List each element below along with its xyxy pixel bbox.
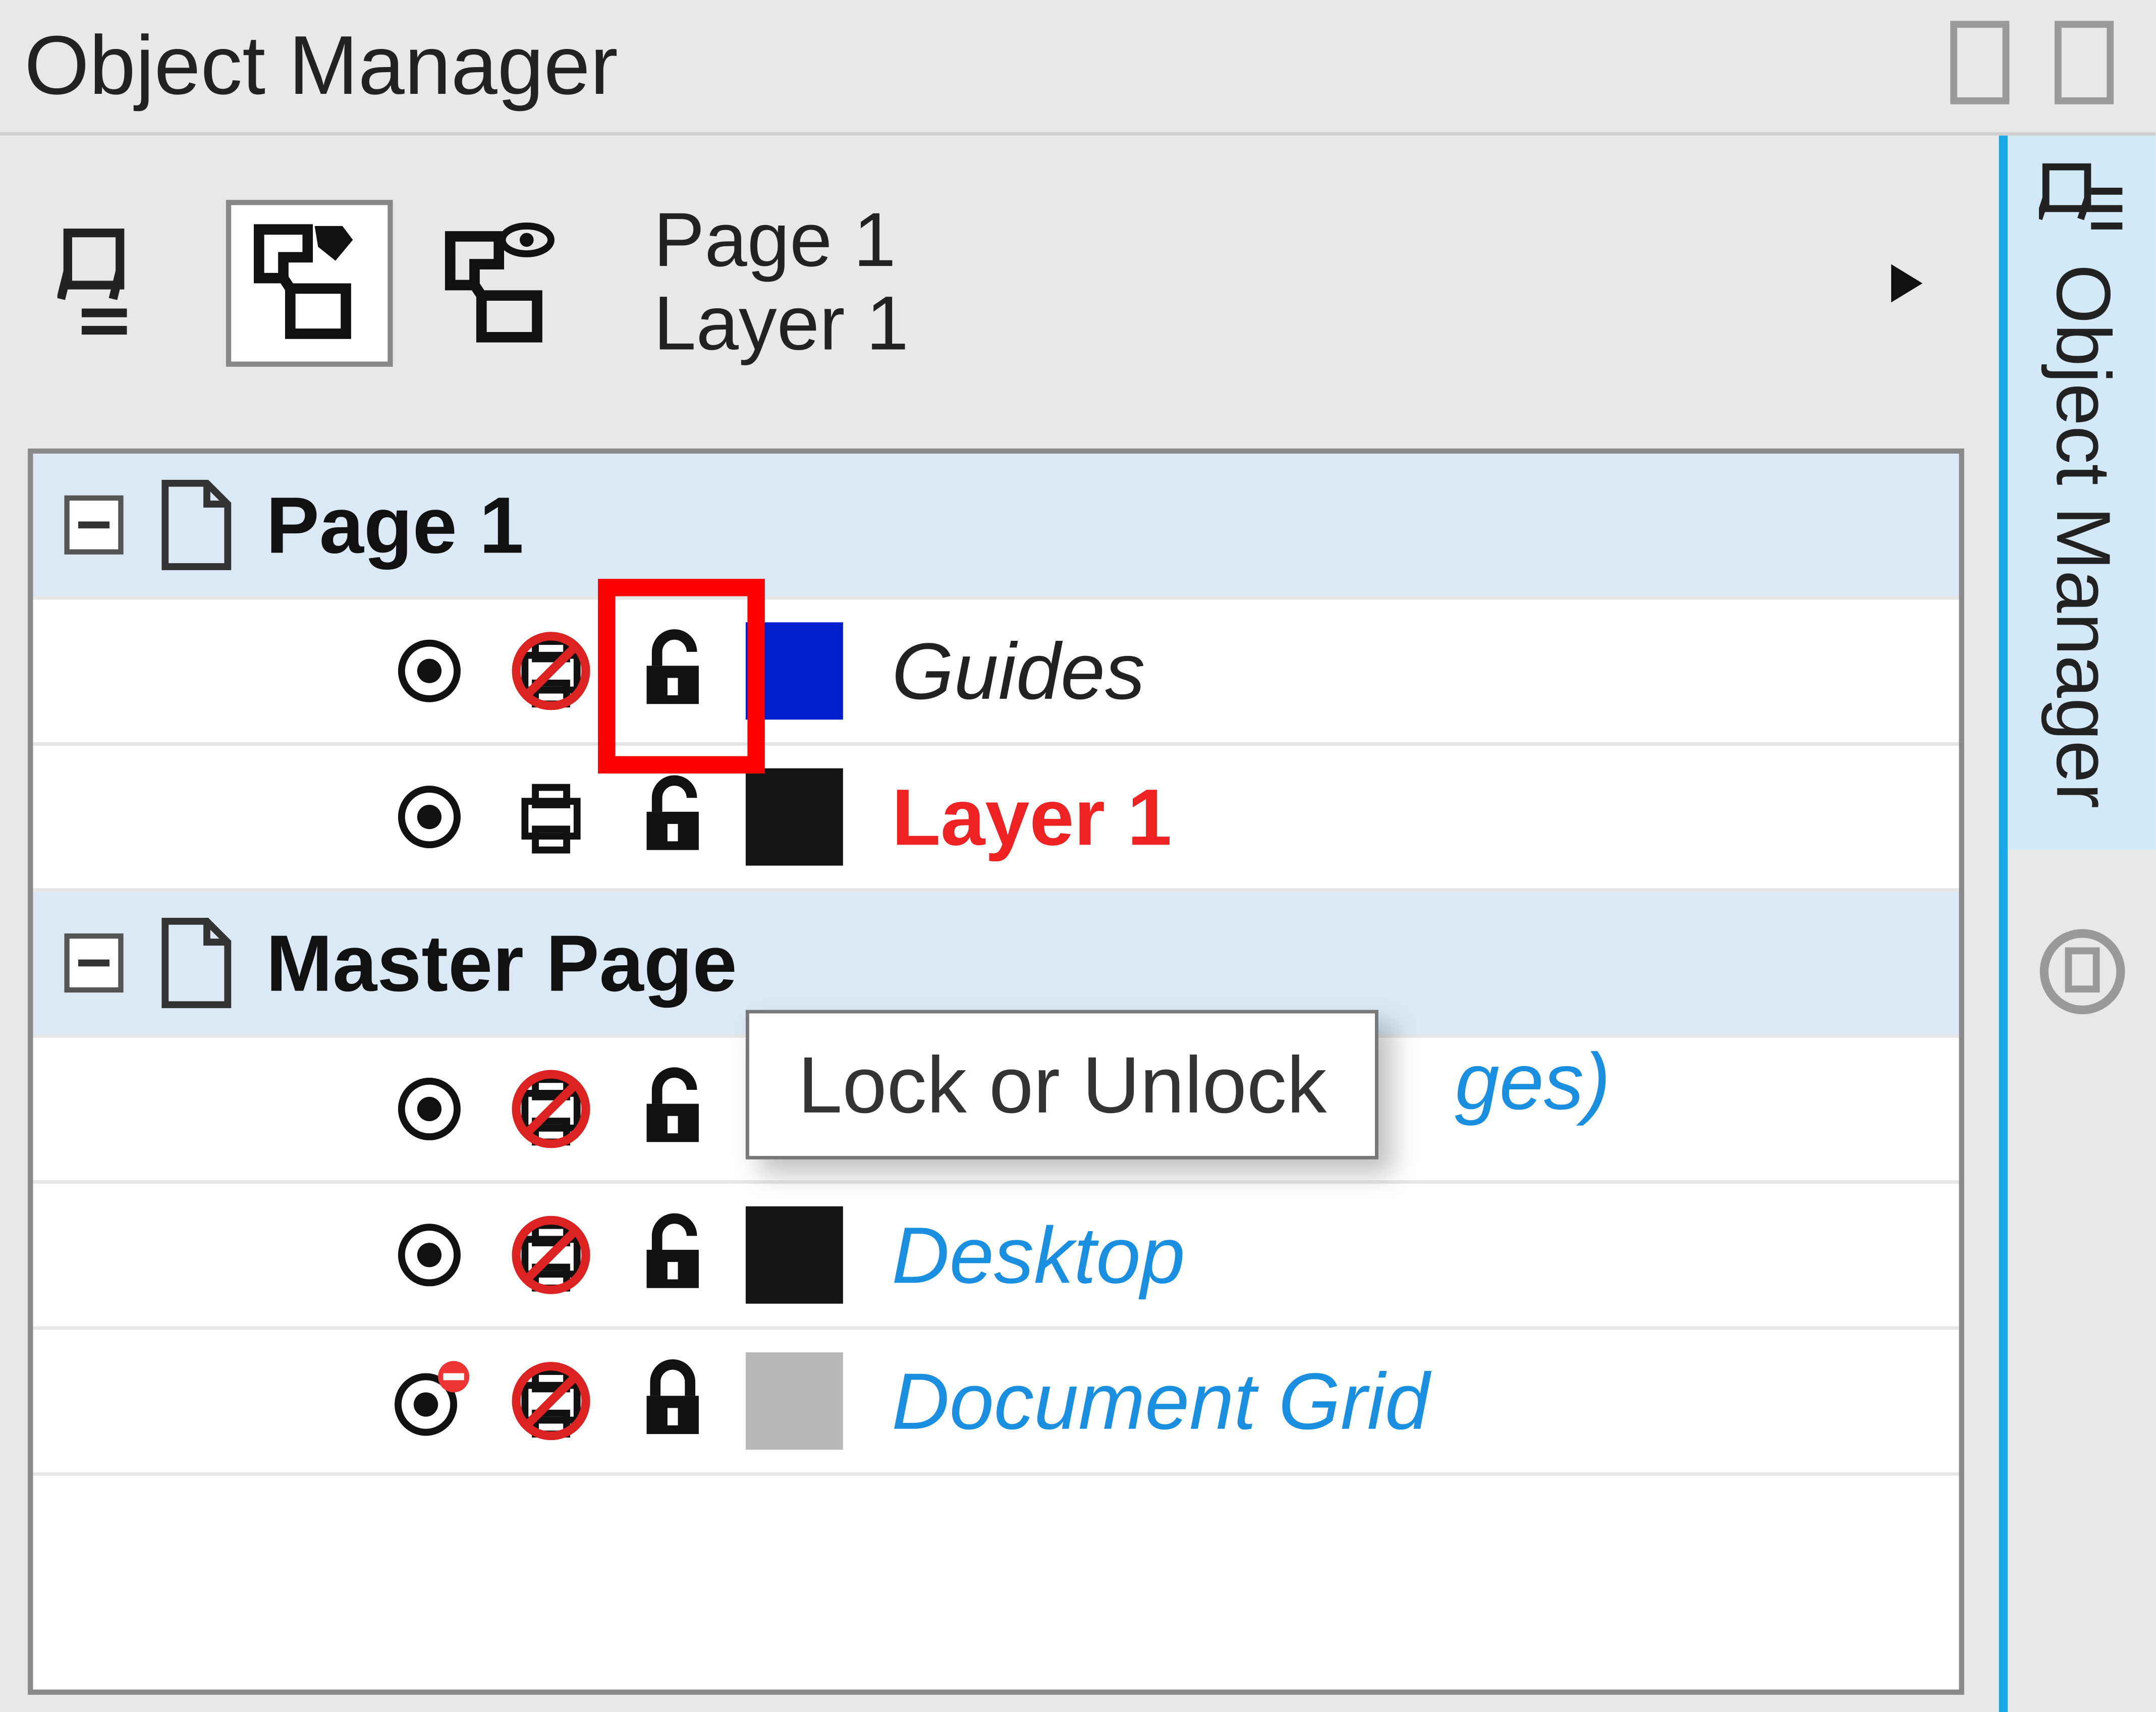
- window-button-2[interactable]: [2055, 21, 2114, 104]
- layer-label-partial: ges): [1455, 1034, 1610, 1128]
- color-swatch[interactable]: [746, 1352, 843, 1450]
- tooltip-text: Lock or Unlock: [798, 1039, 1326, 1130]
- locked-icon[interactable]: [624, 1352, 722, 1450]
- layer-row-guides[interactable]: Guides: [33, 600, 1959, 746]
- lock-icon[interactable]: [624, 622, 722, 720]
- titlebar: Object Manager: [0, 0, 2155, 136]
- toolbar: Page 1 Layer 1: [0, 136, 1999, 431]
- visibility-icon[interactable]: [380, 1206, 478, 1304]
- page-icon: [158, 918, 235, 1008]
- lock-icon[interactable]: [624, 768, 722, 866]
- print-disabled-icon[interactable]: [503, 1060, 600, 1157]
- visibility-disabled-icon[interactable]: [380, 1352, 478, 1450]
- layer-label: Layer 1: [892, 770, 1172, 864]
- current-layer-label: Layer 1: [653, 284, 909, 368]
- docker-tab-object-manager[interactable]: Object Manager: [2008, 136, 2155, 850]
- current-location: Page 1 Layer 1: [653, 199, 909, 367]
- layer-row-desktop[interactable]: Desktop: [33, 1184, 1959, 1330]
- docker-options-button[interactable]: [2029, 920, 2134, 1024]
- layer-label: Document Grid: [892, 1354, 1429, 1448]
- group-label: Page 1: [266, 478, 524, 572]
- color-swatch[interactable]: [746, 768, 843, 866]
- docker-tab-label: Object Manager: [2038, 254, 2125, 826]
- page-icon: [158, 480, 235, 570]
- layer-row-document-grid[interactable]: Document Grid: [33, 1330, 1959, 1475]
- visibility-icon[interactable]: [380, 1060, 478, 1157]
- group-label: Master Page: [266, 916, 737, 1010]
- current-page-label: Page 1: [653, 199, 909, 284]
- window-buttons: [1950, 21, 2114, 104]
- flyout-menu-button[interactable]: [1884, 261, 1929, 306]
- layer-label: Guides: [892, 624, 1145, 718]
- print-disabled-icon[interactable]: [503, 1206, 600, 1304]
- print-disabled-icon[interactable]: [503, 622, 600, 720]
- visibility-icon[interactable]: [380, 622, 478, 720]
- print-disabled-icon[interactable]: [503, 1352, 600, 1450]
- docker-tabs: Object Manager: [1999, 136, 2155, 1712]
- window-button-1[interactable]: [1950, 21, 2009, 104]
- lock-icon[interactable]: [624, 1060, 722, 1157]
- show-object-properties-button[interactable]: [35, 200, 202, 367]
- panel-title: Object Manager: [24, 18, 618, 114]
- layer-row-layer1[interactable]: Layer 1: [33, 746, 1959, 892]
- visibility-icon[interactable]: [380, 768, 478, 866]
- layer-manager-view-button[interactable]: [417, 200, 584, 367]
- tooltip-lock-unlock: Lock or Unlock: [746, 1010, 1379, 1159]
- layers-tree: Page 1: [28, 449, 1964, 1695]
- lock-icon[interactable]: [624, 1206, 722, 1304]
- layer-label: Desktop: [892, 1208, 1185, 1302]
- collapse-icon[interactable]: [64, 495, 123, 555]
- edit-across-layers-button[interactable]: [226, 200, 393, 367]
- object-manager-tab-icon: [2038, 160, 2125, 240]
- collapse-icon[interactable]: [64, 933, 123, 992]
- color-swatch[interactable]: [746, 622, 843, 720]
- print-icon[interactable]: [503, 768, 600, 866]
- tree-group-page1[interactable]: Page 1: [33, 454, 1959, 599]
- color-swatch[interactable]: [746, 1206, 843, 1304]
